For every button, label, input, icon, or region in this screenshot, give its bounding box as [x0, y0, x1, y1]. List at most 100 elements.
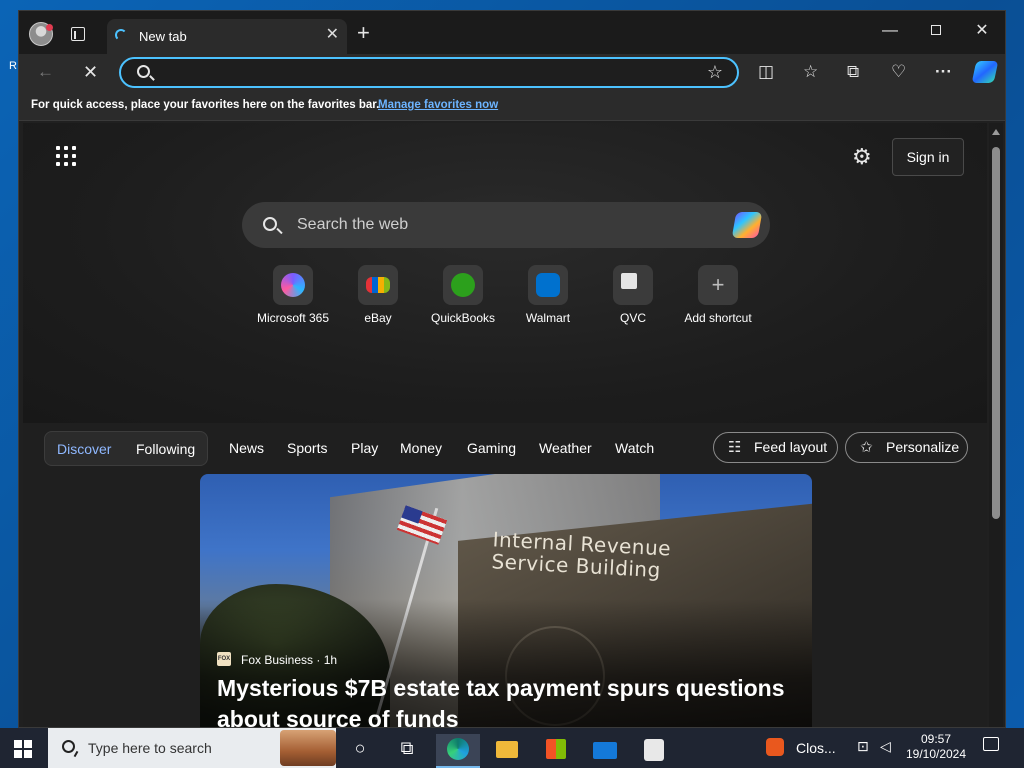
article-card[interactable]: Internal Revenue Service Building FOX Fo…	[200, 474, 812, 727]
search-icon	[137, 65, 150, 78]
copilot-icon[interactable]	[971, 61, 999, 83]
scroll-up-arrow-icon[interactable]	[992, 129, 1000, 135]
new-tab-page: ⚙ Sign in Search the web Microsoft 365 e…	[23, 123, 987, 727]
more-options-icon[interactable]: ···	[935, 62, 952, 82]
taskbar-clock[interactable]: 09:57 19/10/2024	[904, 732, 968, 762]
app-launcher-icon[interactable]	[56, 146, 78, 168]
feed-primary-tabs: Discover Following	[44, 431, 208, 466]
task-view-icon[interactable]: ⧉	[385, 734, 429, 768]
tray-app-label[interactable]: Clos...	[796, 740, 836, 756]
search-placeholder: Search the web	[297, 216, 409, 233]
back-arrow-icon[interactable]: ←	[37, 62, 54, 82]
favorites-bar: For quick access, place your favorites h…	[19, 91, 1005, 121]
shortcut-walmart[interactable]: Walmart	[503, 265, 593, 325]
new-tab-button[interactable]: +	[357, 21, 370, 45]
taskbar-search-box[interactable]: Type here to search	[48, 728, 336, 768]
split-screen-icon[interactable]: ◫	[758, 62, 774, 82]
favorites-icon[interactable]: ☆	[803, 62, 818, 82]
tab-following[interactable]: Following	[136, 441, 195, 457]
address-input[interactable]	[161, 63, 681, 83]
java-app-icon[interactable]	[632, 734, 676, 768]
file-explorer-icon[interactable]	[485, 734, 529, 768]
microsoft-store-icon[interactable]	[534, 734, 578, 768]
article-source[interactable]: Fox Business · 1h	[241, 653, 337, 667]
article-headline[interactable]: Mysterious $7B estate tax payment spurs …	[217, 673, 797, 727]
shortcut-quickbooks[interactable]: QuickBooks	[418, 265, 508, 325]
shortcut-label: QVC	[619, 311, 646, 325]
tab-news[interactable]: News	[229, 440, 264, 456]
shortcut-label: QuickBooks	[430, 311, 496, 325]
notifications-icon[interactable]	[983, 737, 999, 751]
browser-essentials-icon[interactable]: ♡	[891, 62, 906, 82]
settings-gear-icon[interactable]: ⚙	[852, 145, 872, 169]
copilot-icon[interactable]	[731, 212, 763, 238]
quickbooks-icon	[443, 265, 483, 305]
browser-toolbar: ← ✕ ☆ ◫ ☆ ⧉ ♡ ···	[19, 54, 1005, 91]
profile-notification-dot	[46, 24, 53, 31]
scrollbar-thumb[interactable]	[992, 147, 1000, 519]
tab-play[interactable]: Play	[351, 440, 378, 456]
news-feed: Discover Following News Sports Play Mone…	[23, 423, 987, 727]
search-icon	[263, 217, 277, 231]
cortana-circle-icon[interactable]: ○	[338, 734, 382, 768]
maximize-button[interactable]	[913, 21, 959, 41]
shortcut-qvc[interactable]: QVC	[588, 265, 678, 325]
collections-icon[interactable]: ⧉	[847, 62, 859, 82]
fox-business-logo-icon: FOX	[217, 652, 231, 666]
clock-time: 09:57	[920, 732, 952, 746]
desktop-background: R	[0, 0, 18, 728]
volume-muted-icon[interactable]: ◁	[880, 738, 891, 755]
tray-alert-app-icon[interactable]	[766, 738, 784, 756]
edge-browser-window: New tab ✕ + — ✕ ← ✕ ☆ ◫ ☆ ⧉ ♡ ··· For qu…	[18, 10, 1006, 728]
feed-layout-label: Feed layout	[754, 439, 828, 455]
stop-loading-icon[interactable]: ✕	[83, 62, 98, 82]
shortcut-label: Microsoft 365	[256, 311, 330, 325]
add-shortcut-button[interactable]: + Add shortcut	[673, 265, 763, 325]
address-bar[interactable]: ☆	[119, 57, 739, 88]
tab-actions-icon[interactable]	[71, 27, 85, 41]
microsoft365-icon	[273, 265, 313, 305]
feed-layout-button[interactable]: ☷ Feed layout	[713, 432, 838, 463]
personalize-label: Personalize	[886, 439, 960, 455]
favorites-bar-message: For quick access, place your favorites h…	[31, 99, 380, 111]
add-favorite-star-icon[interactable]: ☆	[707, 62, 723, 82]
title-bar: New tab ✕ + — ✕	[19, 11, 1005, 54]
windows-start-icon[interactable]	[14, 740, 32, 758]
tab-new-tab[interactable]: New tab ✕	[107, 19, 347, 54]
windows-taskbar: Type here to search ○ ⧉ Clos... ⊡ ◁ 09:5…	[0, 728, 1024, 768]
network-icon[interactable]: ⊡	[857, 738, 869, 755]
tab-sports[interactable]: Sports	[287, 440, 327, 456]
shortcut-label: Add shortcut	[684, 311, 752, 325]
desktop-icon-label-fragment: R	[9, 60, 17, 72]
close-tab-icon[interactable]: ✕	[326, 26, 339, 44]
tab-money[interactable]: Money	[400, 440, 442, 456]
tab-weather[interactable]: Weather	[539, 440, 592, 456]
ebay-icon	[358, 265, 398, 305]
search-icon	[62, 740, 75, 753]
web-search-box[interactable]: Search the web	[242, 202, 770, 248]
manage-favorites-link[interactable]: Manage favorites now	[378, 99, 498, 111]
shortcut-label: eBay	[364, 311, 392, 325]
minimize-button[interactable]: —	[867, 21, 913, 41]
loading-spinner-icon	[115, 29, 127, 41]
tab-discover[interactable]: Discover	[57, 441, 111, 457]
plus-icon: +	[698, 265, 738, 305]
shortcut-label: Walmart	[525, 311, 571, 325]
tab-gaming[interactable]: Gaming	[467, 440, 516, 456]
walmart-icon	[528, 265, 568, 305]
tab-watch[interactable]: Watch	[615, 440, 654, 456]
personalize-button[interactable]: ✩ Personalize	[845, 432, 968, 463]
page-scrollbar[interactable]	[989, 123, 1003, 727]
sign-in-button[interactable]: Sign in	[892, 138, 964, 176]
qvc-icon	[613, 265, 653, 305]
mail-icon[interactable]	[583, 734, 627, 768]
shortcut-microsoft-365[interactable]: Microsoft 365	[248, 265, 338, 325]
close-window-button[interactable]: ✕	[959, 21, 1005, 41]
taskbar-search-placeholder: Type here to search	[88, 740, 212, 756]
sliders-icon: ☷	[728, 439, 742, 456]
sparkle-star-icon: ✩	[860, 439, 873, 456]
edge-taskbar-icon[interactable]	[436, 734, 480, 768]
clock-date: 19/10/2024	[905, 747, 967, 761]
tab-title: New tab	[139, 29, 187, 44]
shortcut-ebay[interactable]: eBay	[333, 265, 423, 325]
